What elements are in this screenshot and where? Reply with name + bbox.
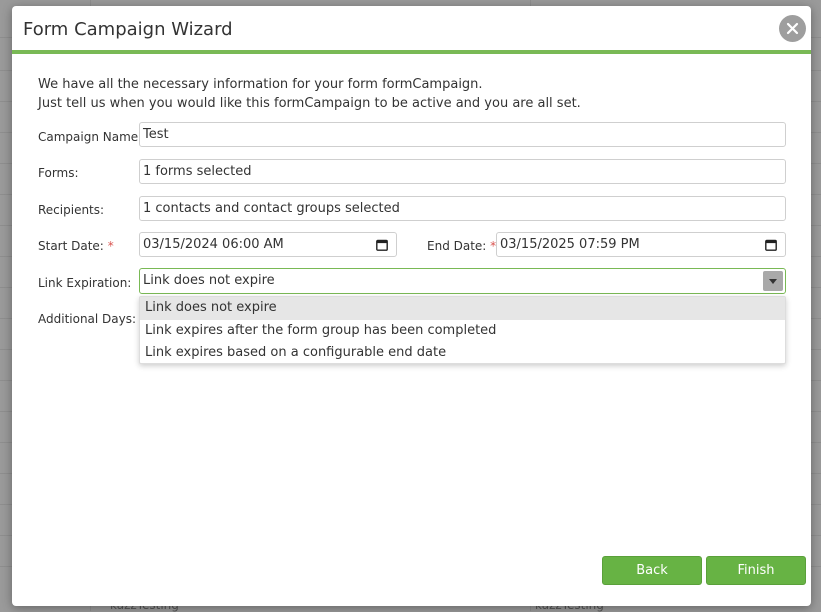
chevron-down-icon: [769, 279, 777, 284]
close-button[interactable]: [779, 15, 806, 42]
intro-line: We have all the necessary information fo…: [38, 77, 483, 92]
additional-days-label: Additional Days:: [38, 312, 137, 326]
link-expiration-options: Link does not expire Link expires after …: [139, 296, 786, 364]
end-date-input[interactable]: 03/15/2025 07:59 PM: [496, 232, 786, 257]
form-campaign-wizard-dialog: Form Campaign Wizard We have all the nec…: [12, 6, 811, 606]
intro-text: We have all the necessary information fo…: [38, 75, 581, 113]
calendar-icon[interactable]: [376, 239, 388, 251]
end-date-label: End Date: *: [427, 239, 496, 253]
start-date-label: Start Date: *: [38, 239, 114, 253]
end-date-label-text: End Date:: [427, 239, 487, 253]
link-expiration-value: Link does not expire: [143, 273, 275, 288]
end-date-value: 03/15/2025 07:59 PM: [500, 237, 640, 252]
start-date-value: 03/15/2024 06:00 AM: [143, 237, 284, 252]
dropdown-option[interactable]: Link expires after the form group has be…: [140, 320, 785, 343]
dropdown-option[interactable]: Link does not expire: [140, 297, 785, 320]
forms-input[interactable]: 1 forms selected: [139, 159, 786, 184]
close-icon: [786, 22, 799, 35]
recipients-label: Recipients:: [38, 203, 105, 217]
dialog-title: Form Campaign Wizard: [23, 19, 233, 40]
dropdown-option[interactable]: Link expires based on a configurable end…: [140, 342, 785, 365]
forms-label: Forms:: [38, 166, 79, 180]
title-divider: [12, 50, 811, 54]
dropdown-toggle[interactable]: [763, 271, 783, 291]
required-mark: *: [107, 239, 114, 253]
link-expiration-select[interactable]: Link does not expire: [139, 268, 786, 294]
intro-line: Just tell us when you would like this fo…: [38, 96, 581, 111]
recipients-input[interactable]: 1 contacts and contact groups selected: [139, 196, 786, 221]
back-button[interactable]: Back: [602, 556, 702, 585]
start-date-label-text: Start Date:: [38, 239, 104, 253]
campaign-name-input[interactable]: Test: [139, 122, 786, 147]
calendar-icon[interactable]: [765, 239, 777, 251]
finish-button[interactable]: Finish: [706, 556, 806, 585]
start-date-input[interactable]: 03/15/2024 06:00 AM: [139, 232, 397, 257]
campaign-name-label: Campaign Name:: [38, 130, 143, 144]
link-expiration-label: Link Expiration:: [38, 276, 132, 290]
